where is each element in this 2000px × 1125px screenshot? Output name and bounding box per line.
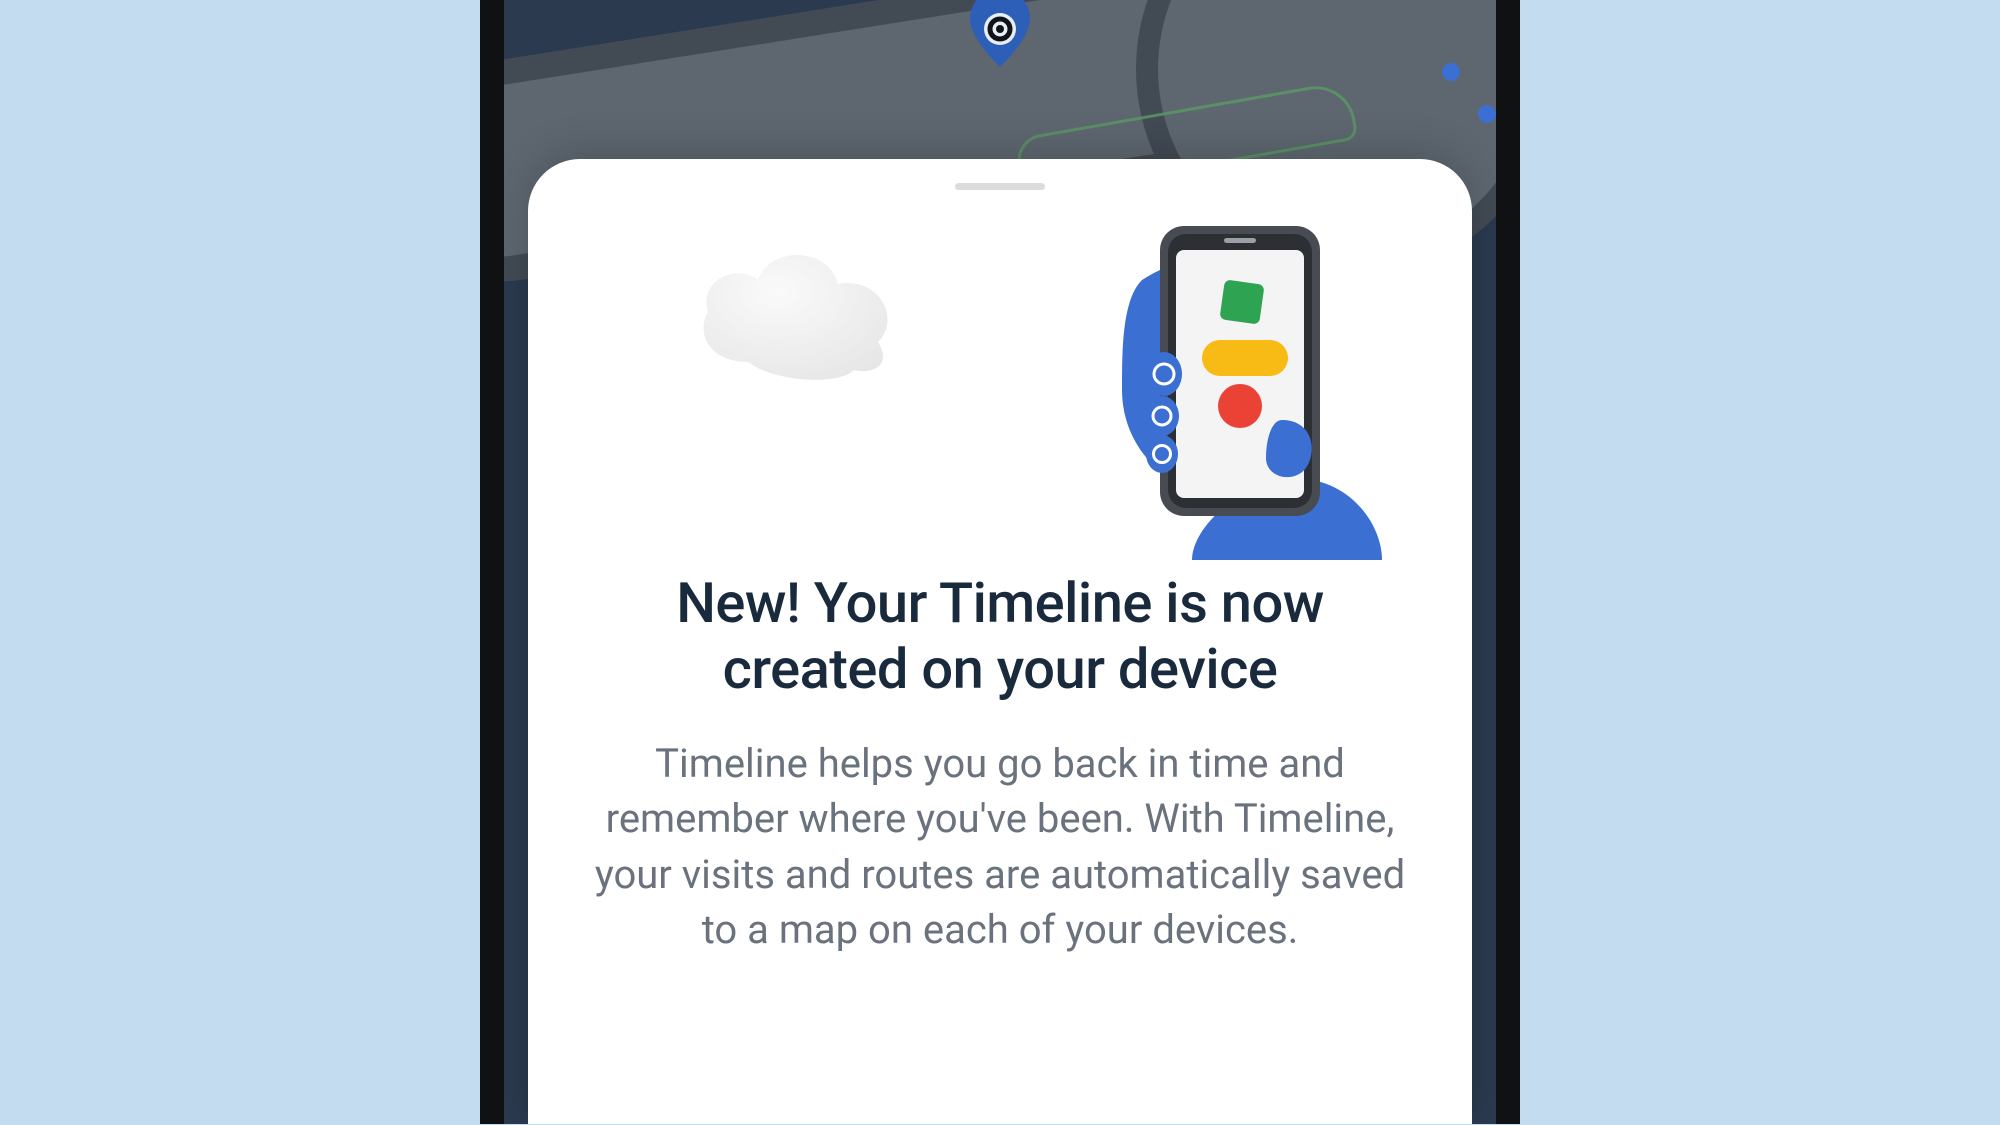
location-dot-icon [1442,63,1460,81]
timeline-bottom-sheet[interactable]: New! Your Timeline is now created on you… [528,159,1472,1124]
device-frame: New! Your Timeline is now created on you… [480,0,1520,1124]
phone-hand-icon [1082,220,1392,564]
map-pin-icon[interactable] [970,0,1030,73]
location-dot-icon [1478,105,1496,123]
drag-handle-icon[interactable] [955,183,1045,190]
sheet-body-text: Timeline helps you go back in time and r… [590,736,1410,957]
sheet-title: New! Your Timeline is now created on you… [620,570,1380,702]
cloud-icon [678,232,918,396]
device-screen: New! Your Timeline is now created on you… [504,0,1496,1124]
hero-illustration [568,210,1432,560]
